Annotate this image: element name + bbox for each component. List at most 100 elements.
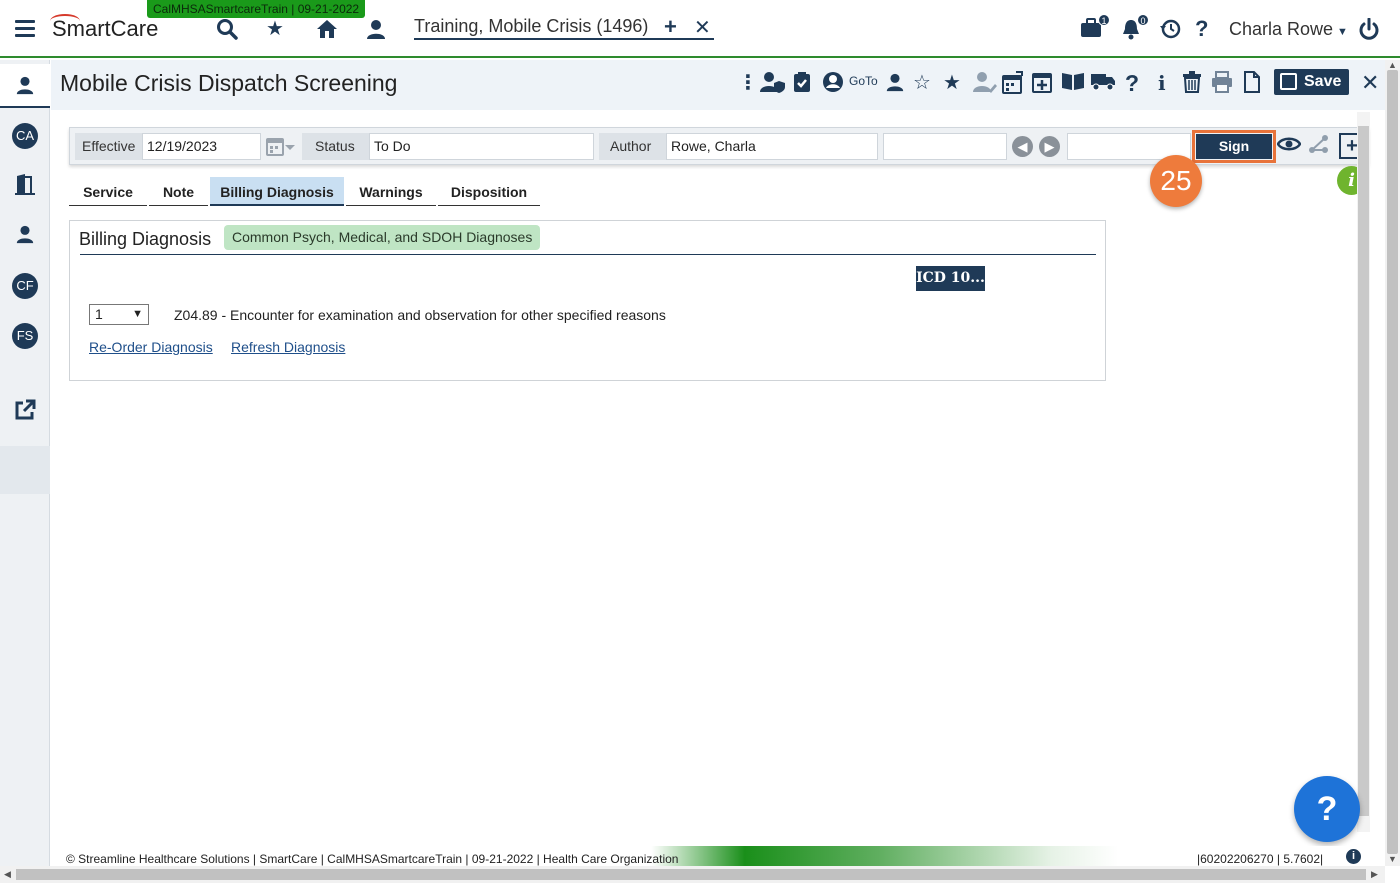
scroll-down-icon[interactable]: ▼ (1388, 854, 1397, 864)
calendar-dropdown-icon[interactable] (266, 137, 296, 157)
truck-icon[interactable] (1090, 71, 1116, 97)
horizontal-scrollbar[interactable]: ◀ ▶ (0, 866, 1385, 883)
scroll-up-icon[interactable]: ▲ (1388, 60, 1397, 70)
sign-highlight: Sign (1192, 130, 1276, 163)
client-person-icon[interactable] (365, 18, 387, 45)
scroll-left-icon[interactable]: ◀ (4, 869, 11, 880)
user-name[interactable]: Charla Rowe (1229, 19, 1333, 39)
environment-badge: CalMHSASmartcareTrain | 09-21-2022 (147, 0, 366, 18)
diagnosis-text: Z04.89 - Encounter for examination and o… (174, 307, 666, 323)
save-button-label[interactable]: Save (1304, 73, 1341, 90)
footer-info-icon[interactable]: i (1346, 849, 1361, 864)
sidebar-item-cf-label[interactable]: CF (12, 273, 38, 299)
next-arrow-icon[interactable]: ▶ (1039, 136, 1060, 157)
person-icon[interactable] (885, 71, 905, 99)
printer-icon[interactable] (1211, 71, 1233, 99)
floppy-disk-icon (1280, 73, 1297, 90)
tab-warnings[interactable]: Warnings (346, 177, 436, 206)
eye-icon[interactable] (1276, 133, 1302, 159)
star-outline-icon[interactable]: ☆ (913, 71, 931, 95)
top-bar: CalMHSASmartcareTrain | 09-21-2022 Smart… (0, 0, 1400, 58)
sidebar-item-cf[interactable]: CF (0, 264, 50, 308)
common-diagnoses-button[interactable]: Common Psych, Medical, and SDOH Diagnose… (224, 225, 541, 250)
star-filled-icon[interactable]: ★ (943, 71, 961, 95)
add-tab-icon[interactable]: + (664, 14, 677, 40)
info-icon[interactable]: i (1158, 71, 1166, 95)
status-field[interactable]: To Do (369, 133, 594, 160)
book-icon[interactable] (1061, 71, 1085, 97)
home-icon[interactable] (316, 18, 338, 45)
chevron-down-icon[interactable]: ▼ (132, 305, 143, 324)
question-icon[interactable]: ? (1125, 71, 1139, 95)
sidebar-item-ca[interactable]: CA (0, 114, 50, 158)
goto-label[interactable]: GoTo (849, 74, 878, 88)
effective-date-field[interactable]: 12/19/2023 (142, 133, 261, 160)
previous-arrow-icon[interactable]: ◀ (1012, 136, 1033, 157)
content-scroll-thumb[interactable] (1358, 126, 1369, 816)
user-edit-icon[interactable] (973, 71, 997, 99)
content-scrollbar[interactable] (1357, 112, 1370, 832)
panel-divider (80, 254, 1096, 255)
person-icon (16, 225, 34, 244)
help-icon[interactable]: ? (1195, 18, 1208, 40)
trash-icon[interactable] (1182, 71, 1202, 99)
chevron-down-icon[interactable]: ▼ (1337, 26, 1348, 38)
tab-service[interactable]: Service (69, 177, 147, 206)
favorites-star-icon[interactable]: ★ (266, 18, 284, 40)
user-menu[interactable]: Charla Rowe ▼ (1229, 19, 1348, 40)
page-header: Mobile Crisis Dispatch Screening ⋮ GoTo … (51, 60, 1385, 110)
left-sidebar: CA CF FS (0, 60, 50, 883)
help-chat-button[interactable]: ? (1294, 776, 1360, 842)
horizontal-scroll-thumb[interactable] (16, 869, 1366, 880)
calendar-plus-icon[interactable] (1032, 71, 1052, 99)
sign-button[interactable]: Sign (1196, 134, 1272, 159)
scroll-right-icon[interactable]: ▶ (1371, 869, 1378, 880)
more-options-icon[interactable]: ⋮ (738, 71, 758, 95)
briefcase-icon[interactable]: 1 (1080, 14, 1110, 43)
sidebar-item-door[interactable] (0, 162, 50, 206)
sidebar-item-client[interactable] (0, 64, 50, 108)
user-shield-icon[interactable] (760, 71, 786, 99)
clipboard-check-icon[interactable] (793, 71, 811, 99)
refresh-diagnosis-link[interactable]: Refresh Diagnosis (231, 339, 345, 355)
share-icon[interactable] (1306, 133, 1332, 159)
power-logout-icon[interactable] (1358, 17, 1380, 45)
reorder-diagnosis-link[interactable]: Re-Order Diagnosis (89, 339, 213, 355)
hamburger-menu-icon[interactable] (15, 20, 35, 37)
sidebar-item-person[interactable] (0, 212, 50, 256)
billing-diagnosis-panel: Billing Diagnosis Common Psych, Medical,… (69, 220, 1106, 381)
smartcare-logo: SmartCare (52, 16, 159, 41)
diagnosis-order-value[interactable]: 1 (95, 306, 103, 322)
footer: © Streamline Healthcare Solutions | Smar… (51, 846, 1385, 866)
client-tab[interactable]: Training, Mobile Crisis (1496) + ✕ (414, 14, 714, 40)
sidebar-item-fs-label[interactable]: FS (12, 323, 38, 349)
user-circle-icon[interactable] (822, 71, 844, 99)
save-button[interactable]: Save (1274, 69, 1349, 95)
sidebar-item-external-link[interactable] (0, 388, 50, 432)
diagnosis-order-select[interactable]: 1 ▼ (89, 304, 149, 325)
close-document-icon[interactable]: ✕ (1361, 70, 1379, 96)
door-icon (15, 174, 35, 195)
client-tab-label[interactable]: Training, Mobile Crisis (1496) (414, 16, 648, 37)
sidebar-item-ca-label[interactable]: CA (12, 123, 38, 149)
sidebar-separator (0, 446, 50, 494)
history-icon[interactable] (1159, 18, 1181, 45)
bell-count-badge: 0 (1137, 14, 1149, 26)
author-field[interactable]: Rowe, Charla (666, 133, 878, 160)
tab-disposition[interactable]: Disposition (438, 177, 540, 206)
vertical-scrollbar[interactable]: ▲ ▼ (1385, 60, 1400, 866)
sidebar-item-fs[interactable]: FS (0, 314, 50, 358)
calendar-sync-icon[interactable] (1002, 71, 1024, 101)
close-tab-icon[interactable]: ✕ (694, 15, 711, 40)
document-icon[interactable] (1243, 71, 1261, 99)
icd10-button[interactable]: ICD 10... (916, 266, 985, 291)
person-icon (16, 76, 34, 95)
tab-billing-diagnosis[interactable]: Billing Diagnosis (210, 177, 344, 206)
vertical-scroll-thumb[interactable] (1387, 70, 1398, 854)
briefcase-count-badge: 1 (1098, 14, 1110, 26)
tab-note[interactable]: Note (149, 177, 208, 206)
external-link-icon (15, 399, 36, 420)
bell-icon[interactable]: 0 (1121, 14, 1149, 45)
blank-field-1[interactable] (883, 133, 1007, 160)
search-icon[interactable] (216, 18, 238, 45)
